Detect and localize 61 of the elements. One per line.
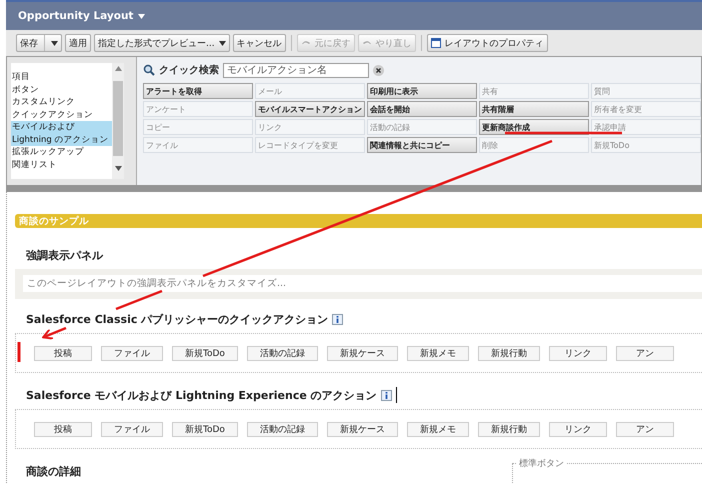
section-heading: Salesforce モバイルおよび Lightning Experience のアクション <box>26 388 377 402</box>
action-button[interactable]: アン <box>616 346 674 360</box>
palette-item[interactable]: 関連情報と共にコピー <box>367 137 477 153</box>
annotation-mark <box>18 342 20 362</box>
toolbar-button[interactable]: キャンセル <box>232 34 286 52</box>
category-item[interactable]: モバイルおよび Lightning のアクション <box>11 121 112 146</box>
palette-item[interactable]: 会話を開始 <box>367 101 477 117</box>
action-button[interactable]: アン <box>616 422 674 436</box>
action-button[interactable]: 新規行動 <box>478 346 540 360</box>
text-cursor <box>396 387 397 403</box>
action-button[interactable]: リンク <box>548 422 607 436</box>
info-icon[interactable] <box>380 390 392 400</box>
toolbar-button[interactable]: レイアウトのプロパティ <box>426 34 548 52</box>
action-button[interactable]: 投稿 <box>34 346 92 360</box>
category-item[interactable]: 拡張ルックアップ <box>11 146 112 158</box>
action-button[interactable]: 新規行動 <box>478 422 540 436</box>
action-button[interactable]: リンク <box>548 346 607 360</box>
toolbar-button[interactable]: 適用 <box>65 34 91 52</box>
section-header: 商談のサンプル <box>15 214 702 228</box>
highlights-field[interactable]: このページレイアウトの強調表示パネルをカスタマイズ... <box>23 275 702 292</box>
quick-find-label: クイック検索 <box>159 64 219 77</box>
window-icon <box>430 38 441 48</box>
action-button[interactable]: 新規ToDo <box>172 346 238 360</box>
section-heading: 強調表示パネル <box>26 248 103 262</box>
section-heading: Salesforce Classic パブリッシャーのクイックアクション <box>26 312 328 326</box>
scroll-down-icon[interactable] <box>114 166 122 171</box>
action-button[interactable]: 新規メモ <box>406 422 469 436</box>
action-button[interactable]: 活動の記録 <box>246 422 318 436</box>
toolbar-button[interactable]: 指定した形式でプレビュー... <box>94 34 230 52</box>
section-heading: 商談の詳細 <box>26 464 81 478</box>
caret-icon <box>218 40 226 46</box>
category-item[interactable]: クイックアクション <box>11 108 112 121</box>
palette-item[interactable]: 印刷用に表示 <box>367 83 477 99</box>
action-button[interactable]: 新規ケース <box>326 346 398 360</box>
toolbar-button[interactable]: 保存 <box>16 34 62 52</box>
action-button[interactable]: 新規ケース <box>326 422 398 436</box>
caret-icon <box>138 14 146 18</box>
scrollbar[interactable] <box>112 63 124 179</box>
group-legend: 標準ボタン <box>517 457 566 470</box>
category-item[interactable]: 項目 <box>11 71 112 84</box>
category-item[interactable]: カスタムリンク <box>11 96 112 108</box>
palette-item[interactable]: 共有階層 <box>479 101 589 117</box>
clear-icon[interactable] <box>373 64 384 76</box>
quick-find-field[interactable]: モバイルアクション名 <box>223 62 369 78</box>
action-button[interactable]: ファイル <box>101 422 163 436</box>
caret-icon <box>51 40 58 46</box>
action-button[interactable]: 投稿 <box>34 422 92 436</box>
info-icon[interactable] <box>332 314 344 324</box>
scroll-up-icon[interactable] <box>114 66 122 71</box>
undo-icon <box>300 39 311 47</box>
redo-icon <box>362 39 372 47</box>
action-button[interactable]: 活動の記録 <box>246 346 318 360</box>
action-button[interactable]: 新規ToDo <box>172 422 238 436</box>
palette-item[interactable]: モバイルスマートアクション <box>255 101 365 117</box>
category-item[interactable]: 関連リスト <box>11 158 112 171</box>
action-button[interactable]: ファイル <box>101 346 163 360</box>
category-item[interactable]: ボタン <box>11 84 112 96</box>
search-icon <box>143 64 155 76</box>
layout-title[interactable]: Opportunity Layout <box>18 10 146 22</box>
palette-item[interactable]: アラートを取得 <box>143 83 253 99</box>
action-button[interactable]: 新規メモ <box>406 346 469 360</box>
